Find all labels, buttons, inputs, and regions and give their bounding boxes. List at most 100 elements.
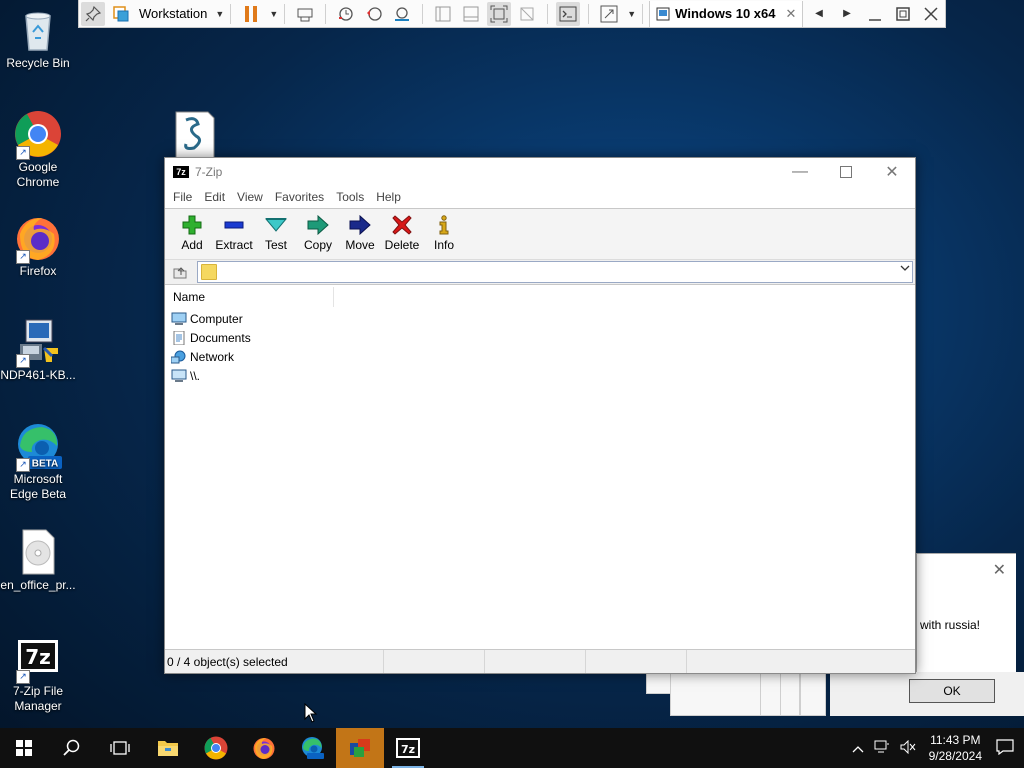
taskbar-installer[interactable] xyxy=(336,728,384,768)
info-button[interactable]: Info xyxy=(423,209,465,252)
snapshot-icon[interactable] xyxy=(334,2,358,26)
console-icon[interactable] xyxy=(556,1,581,26)
list-item[interactable]: Network xyxy=(165,347,915,366)
address-input[interactable] xyxy=(197,261,913,283)
minimize-button[interactable]: — xyxy=(777,158,823,186)
start-icon xyxy=(16,740,32,756)
ghost-window xyxy=(670,672,762,716)
extract-button[interactable]: Extract xyxy=(213,209,255,252)
add-icon xyxy=(180,215,204,235)
maximize-icon xyxy=(840,166,852,178)
desktop-icon-recycle-bin[interactable]: Recycle Bin xyxy=(0,6,76,71)
desktop-icon-7zip[interactable]: 7z ↗ 7-Zip File Manager xyxy=(0,638,76,714)
menu-help[interactable]: Help xyxy=(370,190,407,204)
taskbar-edge-beta[interactable] xyxy=(288,728,336,768)
ok-button[interactable]: OK xyxy=(909,679,995,703)
vm-tab-label: Windows 10 x64 xyxy=(675,6,776,21)
library-icon[interactable] xyxy=(109,2,133,26)
desktop-icon-script-file[interactable] xyxy=(174,110,216,159)
send-keys-icon[interactable] xyxy=(293,2,317,26)
chevron-down-icon[interactable] xyxy=(900,264,910,275)
delete-button[interactable]: Delete xyxy=(381,209,423,252)
fullscreen-icon[interactable] xyxy=(487,1,512,26)
desktop-icon-label: NDP461-KB... xyxy=(0,368,76,382)
add-button[interactable]: Add xyxy=(171,209,213,252)
search-icon xyxy=(63,739,80,756)
system-tray: 11:43 PM 9/28/2024 xyxy=(847,728,1024,768)
network-status-icon[interactable] xyxy=(869,740,895,757)
menu-edit[interactable]: Edit xyxy=(198,190,231,204)
vm-tab[interactable]: Windows 10 x64 ✕ xyxy=(649,0,804,27)
maximize-icon[interactable] xyxy=(891,2,915,26)
menu-bar: File Edit View Favorites Tools Help xyxy=(165,186,915,209)
extract-label: Extract xyxy=(215,238,253,252)
copy-button[interactable]: Copy xyxy=(297,209,339,252)
up-folder-icon xyxy=(173,267,187,279)
menu-tools[interactable]: Tools xyxy=(330,190,370,204)
taskbar-chrome[interactable] xyxy=(192,728,240,768)
move-button[interactable]: Move xyxy=(339,209,381,252)
task-view-button[interactable] xyxy=(96,728,144,768)
chevron-down-icon[interactable]: ▼ xyxy=(627,9,636,19)
list-item[interactable]: \\. xyxy=(165,366,915,385)
taskbar-7zip[interactable]: 7z xyxy=(384,728,432,768)
status-bar: 0 / 4 object(s) selected xyxy=(165,649,915,673)
close-button[interactable]: ✕ xyxy=(869,158,915,186)
divider xyxy=(588,3,590,24)
pause-icon[interactable] xyxy=(239,2,263,26)
shortcut-arrow-icon: ↗ xyxy=(16,670,30,684)
desktop-icon-google-chrome[interactable]: ↗ Google Chrome xyxy=(0,110,76,190)
recycle-bin-icon xyxy=(14,6,62,54)
ghost-window xyxy=(760,672,782,716)
edge-beta-icon: BETA ↗ xyxy=(14,422,62,472)
divider xyxy=(284,3,286,24)
notification-icon[interactable] xyxy=(990,738,1024,758)
clock[interactable]: 11:43 PM 9/28/2024 xyxy=(921,732,990,764)
stretch-icon[interactable] xyxy=(597,2,621,26)
menu-file[interactable]: File xyxy=(167,190,198,204)
taskbar-file-explorer[interactable] xyxy=(144,728,192,768)
desktop-icon-firefox[interactable]: ↗ Firefox xyxy=(0,214,76,279)
unity-icon[interactable] xyxy=(515,2,539,26)
start-button[interactable] xyxy=(0,728,48,768)
menu-favorites[interactable]: Favorites xyxy=(269,190,330,204)
clock-time: 11:43 PM xyxy=(930,733,981,747)
minimize-icon[interactable] xyxy=(863,2,887,26)
test-button[interactable]: Test xyxy=(255,209,297,252)
window-title: 7-Zip xyxy=(195,165,223,179)
title-bar[interactable]: 7z 7-Zip — ✕ xyxy=(165,158,915,186)
thumbnail-icon[interactable] xyxy=(459,2,483,26)
volume-muted-icon[interactable] xyxy=(895,739,921,757)
snapshot-manager-icon[interactable] xyxy=(390,2,414,26)
shortcut-arrow-icon: ↗ xyxy=(16,146,30,160)
desktop-icon-installer[interactable]: ↗ NDP461-KB... xyxy=(0,318,76,383)
pin-icon[interactable] xyxy=(81,1,105,26)
info-icon xyxy=(432,215,456,235)
desktop-icon-label: Recycle Bin xyxy=(6,56,70,70)
chevron-down-icon[interactable]: ▼ xyxy=(269,9,278,19)
taskbar-firefox[interactable] xyxy=(240,728,288,768)
tab-scroll-right-icon[interactable]: ▶ xyxy=(835,2,859,26)
network-icon xyxy=(170,350,187,364)
menu-view[interactable]: View xyxy=(231,190,269,204)
close-icon[interactable]: ✕ xyxy=(993,560,1006,580)
desktop-icon-edge-beta[interactable]: BETA ↗ Microsoft Edge Beta xyxy=(0,422,76,502)
close-icon[interactable] xyxy=(919,2,943,26)
column-header-name[interactable]: Name xyxy=(165,287,334,307)
tab-scroll-left-icon[interactable]: ◀ xyxy=(807,2,831,26)
desktop-icon-office-image[interactable]: en_office_pr... xyxy=(0,528,76,593)
maximize-button[interactable] xyxy=(823,158,869,186)
up-folder-button[interactable] xyxy=(169,261,191,283)
list-item[interactable]: Documents xyxy=(165,328,915,347)
close-icon[interactable]: ✕ xyxy=(785,6,796,22)
chevron-down-icon[interactable]: ▼ xyxy=(215,9,224,19)
library-dropdown-label[interactable]: Workstation xyxy=(135,6,211,21)
folder-icon xyxy=(201,264,217,280)
shortcut-arrow-icon: ↗ xyxy=(16,250,30,264)
sidebar-icon[interactable] xyxy=(431,2,455,26)
revert-snapshot-icon[interactable] xyxy=(362,2,386,26)
search-button[interactable] xyxy=(48,728,96,768)
ghost-window xyxy=(780,672,800,716)
chevron-up-icon[interactable] xyxy=(847,741,869,756)
list-item[interactable]: Computer xyxy=(165,309,915,328)
